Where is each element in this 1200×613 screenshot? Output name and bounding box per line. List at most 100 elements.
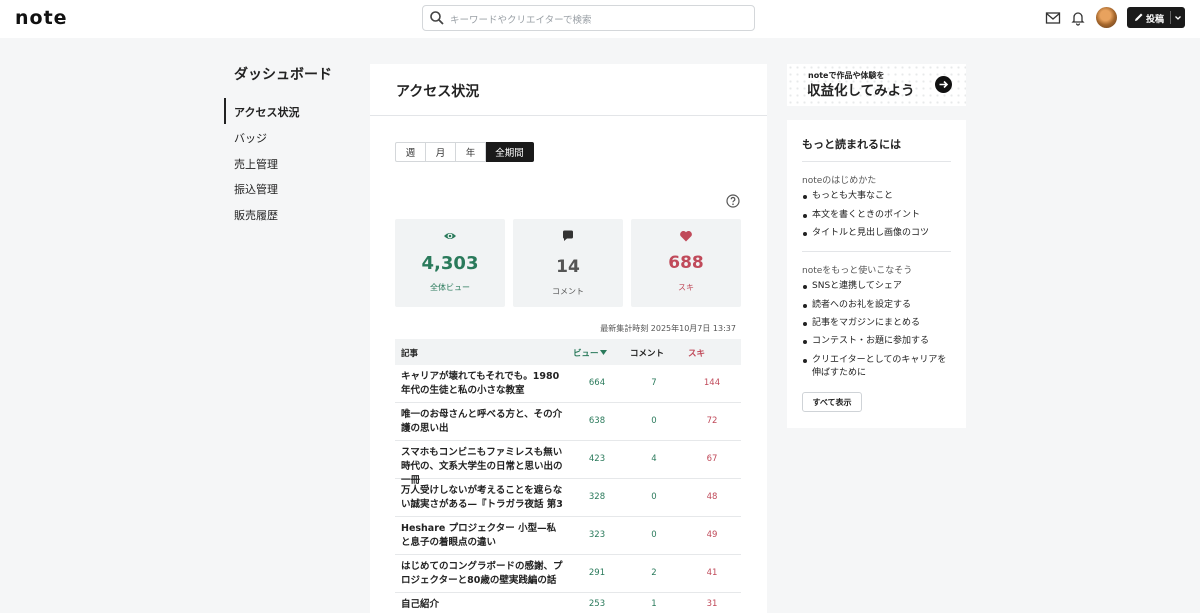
article-title[interactable]: キャリアが壊れてもそれでも。1980年代の生徒と私の小さな教室 xyxy=(401,370,565,398)
stat-card-views: 4,303 全体ビュー xyxy=(395,219,505,307)
eye-icon xyxy=(444,233,456,239)
tips-panel: もっと読まれるには noteのはじめかた もっとも大事なこと 本文を書くときのポ… xyxy=(787,120,966,428)
note-logo[interactable]: note xyxy=(15,9,79,27)
views-count: 638 xyxy=(588,416,606,426)
stat-value: 688 xyxy=(668,253,704,273)
stat-label: 全体ビュー xyxy=(430,283,470,292)
pen-icon xyxy=(1135,13,1143,21)
access-panel: アクセス状況 週 月 年 全期間 4,303 全体ビュー 14 コメント 688… xyxy=(370,64,767,613)
dashboard-title: ダッシュボード xyxy=(234,67,332,83)
tips-link[interactable]: 記事をマガジンにまとめる xyxy=(802,317,952,330)
table-row[interactable]: キャリアが壊れてもそれでも。1980年代の生徒と私の小さな教室 664 7 14… xyxy=(395,365,741,403)
table-header: 記事 ビュー コメント スキ xyxy=(395,339,741,365)
sort-down-icon[interactable] xyxy=(600,350,607,355)
tips-link[interactable]: 読者へのお礼を設定する xyxy=(802,299,952,312)
column-views[interactable]: ビュー xyxy=(573,347,599,359)
likes-count: 67 xyxy=(706,454,718,464)
post-button-label: 投稿 xyxy=(1146,15,1165,25)
page-title: アクセス状況 xyxy=(396,84,480,100)
tips-link[interactable]: クリエイターとしてのキャリアを伸ばすために xyxy=(802,354,952,380)
likes-count: 48 xyxy=(706,492,718,502)
tips-link[interactable]: SNSと連携してシェア xyxy=(802,280,952,293)
comments-count: 7 xyxy=(651,378,657,388)
comment-icon xyxy=(563,230,573,241)
tab-year[interactable]: 年 xyxy=(456,142,486,162)
period-tabs: 週 月 年 全期間 xyxy=(395,142,534,162)
column-comments[interactable]: コメント xyxy=(630,347,664,359)
sidebar-item-access[interactable]: アクセス状況 xyxy=(234,104,299,120)
chevron-down-icon[interactable] xyxy=(1174,14,1182,22)
article-title[interactable]: はじめてのコングラボードの感謝、プロジェクターと80歳の壁実践編の話 xyxy=(401,560,565,588)
tips-link[interactable]: コンテスト・お題に参加する xyxy=(802,335,952,348)
likes-count: 31 xyxy=(706,599,718,609)
comments-count: 2 xyxy=(651,568,657,578)
likes-count: 41 xyxy=(706,568,718,578)
avatar[interactable] xyxy=(1096,7,1117,28)
table-row[interactable]: はじめてのコングラボードの感謝、プロジェクターと80歳の壁実践編の話 291 2… xyxy=(395,555,741,593)
tips-link[interactable]: 本文を書くときのポイント xyxy=(802,209,952,222)
sidebar-item-badge[interactable]: バッジ xyxy=(234,130,267,146)
last-updated: 最新集計時刻 2025年10月7日 13:37 xyxy=(600,324,736,333)
tips-title: もっと読まれるには xyxy=(802,138,901,151)
stat-label: スキ xyxy=(678,283,694,292)
tab-week[interactable]: 週 xyxy=(395,142,426,162)
stat-value: 14 xyxy=(556,257,580,277)
table-row[interactable]: スマホもコンビニもファミレスも無い時代の、文系大学生の日常と思い出の一冊 423… xyxy=(395,441,741,486)
table-row[interactable]: 万人受けしないが考えることを遮らない誠実さがある—『トラガラ夜話 第3巻:… 3… xyxy=(395,479,741,517)
views-count: 328 xyxy=(588,492,606,502)
table-row[interactable]: 自己紹介 253 1 31 xyxy=(395,593,741,613)
bell-icon[interactable] xyxy=(1070,10,1086,26)
comments-count: 0 xyxy=(651,530,657,540)
top-header: note キーワードやクリエイターで検索 投稿 xyxy=(0,0,1200,38)
monetize-banner[interactable]: noteで作品や体験を 収益化してみよう xyxy=(787,64,966,106)
search-box[interactable]: キーワードやクリエイターで検索 xyxy=(422,5,755,31)
views-count: 291 xyxy=(588,568,606,578)
sidebar-item-transfer[interactable]: 振込管理 xyxy=(234,181,278,197)
active-indicator xyxy=(224,98,226,124)
article-title[interactable]: 唯一のお母さんと呼べる方と、その介護の思い出 xyxy=(401,408,565,436)
article-title[interactable]: 万人受けしないが考えることを遮らない誠実さがある—『トラガラ夜話 第3巻:… xyxy=(401,484,565,512)
mail-icon[interactable] xyxy=(1045,10,1061,26)
stat-card-likes: 688 スキ xyxy=(631,219,741,307)
stat-card-comments: 14 コメント xyxy=(513,219,623,307)
show-all-button[interactable]: すべて表示 xyxy=(802,392,862,412)
tips-section-heading: noteをもっと使いこなそう xyxy=(802,266,913,276)
likes-count: 49 xyxy=(706,530,718,540)
svg-text:note: note xyxy=(15,9,68,27)
article-title[interactable]: Heshare プロジェクター 小型—私と息子の着眼点の違い xyxy=(401,522,565,550)
comments-count: 1 xyxy=(651,599,657,609)
views-count: 323 xyxy=(588,530,606,540)
comments-count: 0 xyxy=(651,416,657,426)
column-article: 記事 xyxy=(401,349,419,359)
tab-month[interactable]: 月 xyxy=(426,142,456,162)
post-button[interactable]: 投稿 xyxy=(1127,7,1185,28)
sidebar-item-sales[interactable]: 売上管理 xyxy=(234,156,278,172)
tab-all-time[interactable]: 全期間 xyxy=(486,142,534,162)
divider xyxy=(1170,11,1171,24)
table-row[interactable]: Heshare プロジェクター 小型—私と息子の着眼点の違い 323 0 49 xyxy=(395,517,741,555)
help-icon[interactable] xyxy=(726,194,740,208)
tips-link[interactable]: もっとも大事なこと xyxy=(802,190,952,203)
sidebar-item-history[interactable]: 販売履歴 xyxy=(234,207,278,223)
comments-count: 4 xyxy=(651,454,657,464)
column-likes[interactable]: スキ xyxy=(688,347,705,359)
table-row[interactable]: 唯一のお母さんと呼べる方と、その介護の思い出 638 0 72 xyxy=(395,403,741,441)
views-count: 423 xyxy=(588,454,606,464)
comments-count: 0 xyxy=(651,492,657,502)
search-input[interactable]: キーワードやクリエイターで検索 xyxy=(450,12,592,26)
heart-icon xyxy=(680,231,692,242)
views-count: 253 xyxy=(588,599,606,609)
divider xyxy=(802,251,951,252)
divider xyxy=(802,161,951,162)
views-count: 664 xyxy=(588,378,606,388)
tips-section-heading: noteのはじめかた xyxy=(802,176,877,186)
article-title[interactable]: 自己紹介 xyxy=(401,598,565,612)
banner-title: 収益化してみよう xyxy=(807,83,915,99)
arrow-right-icon[interactable] xyxy=(935,76,952,93)
stat-value: 4,303 xyxy=(421,253,479,274)
likes-count: 144 xyxy=(703,378,721,388)
tips-link[interactable]: タイトルと見出し画像のコツ xyxy=(802,227,952,240)
search-icon xyxy=(430,11,444,25)
divider xyxy=(370,115,767,116)
stat-label: コメント xyxy=(552,287,584,296)
